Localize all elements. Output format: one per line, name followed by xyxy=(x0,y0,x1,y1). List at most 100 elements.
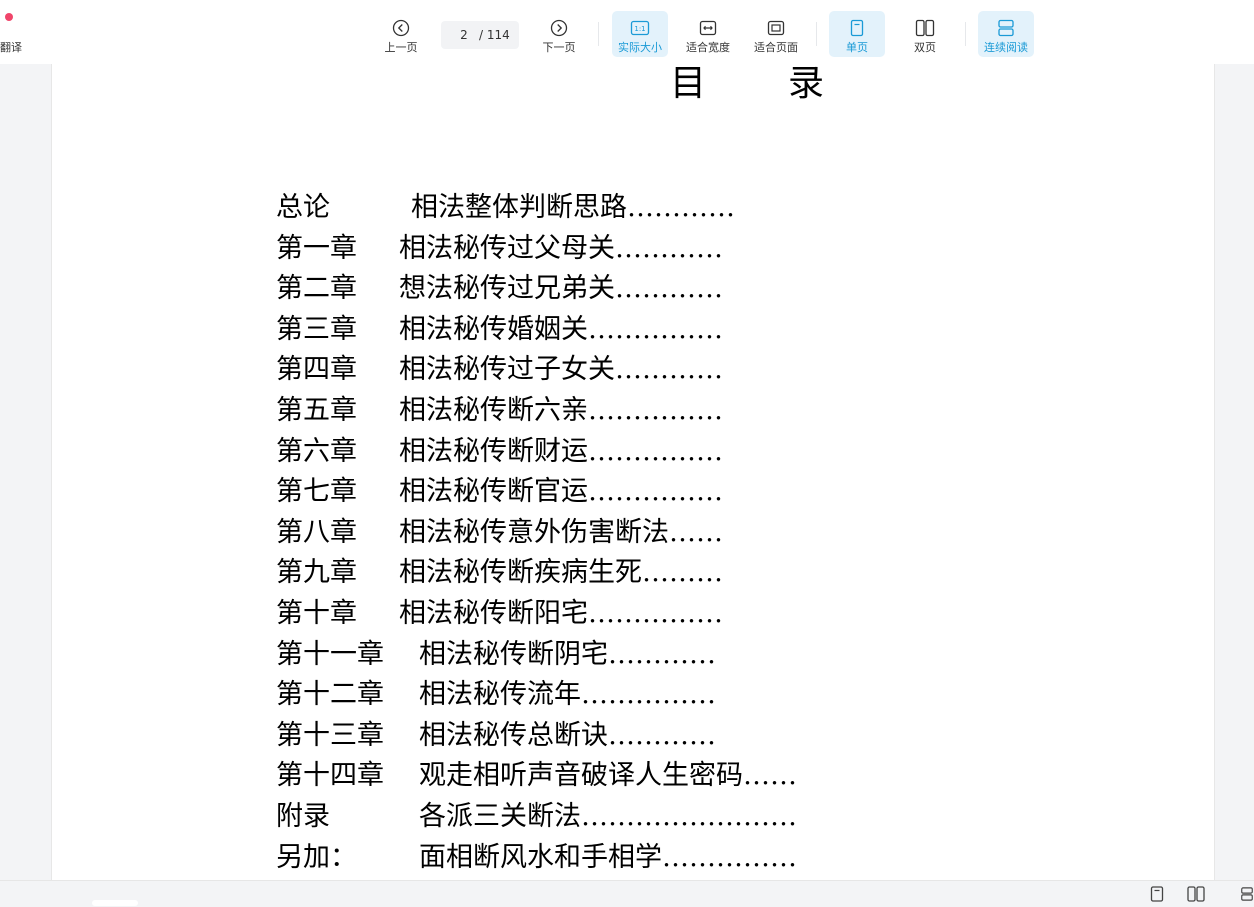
toc-leader-dots: …………… xyxy=(588,476,723,508)
fit-page-icon xyxy=(766,18,786,38)
toc-chapter-number: 第七章 xyxy=(276,476,357,508)
toc-leader-dots: …………… xyxy=(662,841,797,873)
toc-entry[interactable]: 第六章 相法秘传断财运…………… xyxy=(276,432,797,473)
toc-chapter-title: 相法秘传断阳宅 xyxy=(399,597,588,629)
next-page-button[interactable]: 下一页 xyxy=(534,11,584,57)
single-page-view-icon[interactable] xyxy=(1148,885,1166,903)
notification-dot xyxy=(5,13,13,21)
double-page-label: 双页 xyxy=(914,41,936,54)
toc-chapter-title: 相法整体判断思路 xyxy=(411,192,627,223)
toc-entry[interactable]: 第十三章 相法秘传总断诀………… xyxy=(276,716,797,757)
toc-entry[interactable]: 第十一章 相法秘传断阴宅………… xyxy=(276,635,797,676)
translate-button-label[interactable]: 翻译 xyxy=(0,39,22,55)
toc-chapter-title: 相法秘传意外伤害断法 xyxy=(399,516,669,548)
actual-size-button[interactable]: 1:1 实际大小 xyxy=(612,11,668,57)
toc-leader-dots: …………… xyxy=(588,597,723,629)
chevron-left-circle-icon xyxy=(391,18,411,38)
toc-entry[interactable]: 第八章 相法秘传意外伤害断法…… xyxy=(276,513,797,554)
toc-chapter-number: 总论 xyxy=(276,192,330,223)
status-bar xyxy=(0,880,1254,907)
toc-chapter-title: 相法秘传过父母关 xyxy=(399,232,615,264)
toc-chapter-number: 第六章 xyxy=(276,435,357,467)
fit-width-button[interactable]: 适合宽度 xyxy=(680,11,736,57)
single-page-button[interactable]: 单页 xyxy=(829,11,885,57)
toc-chapter-number: 第八章 xyxy=(276,516,357,548)
toc-leader-dots: …………… xyxy=(581,679,716,711)
toc-entry[interactable]: 第三章 相法秘传婚姻关…………… xyxy=(276,310,797,351)
toc-entry[interactable]: 第四章 相法秘传过子女关………… xyxy=(276,350,797,391)
page-number-input[interactable] xyxy=(449,28,479,42)
toc-leader-dots: ………… xyxy=(608,638,716,670)
toc-chapter-number: 第四章 xyxy=(276,354,357,386)
double-page-button[interactable]: 双页 xyxy=(897,11,953,57)
toc-entry[interactable]: 第二章 想法秘传过兄弟关………… xyxy=(276,269,797,310)
toolbar: 翻译 上一页 / 114 下一页 1:1 实际大小 适合宽度 适合页面 xyxy=(0,0,1254,64)
toc-leader-dots: ………… xyxy=(608,719,716,751)
fit-page-label: 适合页面 xyxy=(754,41,798,54)
prev-page-button[interactable]: 上一页 xyxy=(376,11,426,57)
actual-size-label: 实际大小 xyxy=(618,41,662,54)
toc-chapter-number: 第五章 xyxy=(276,394,357,426)
actual-size-glyph: 1:1 xyxy=(634,25,645,33)
toc-entry[interactable]: 另加： 面相断风水和手相学…………… xyxy=(276,838,797,879)
toc-chapter-number: 第十章 xyxy=(276,597,357,629)
toc-leader-dots: ………… xyxy=(627,192,735,223)
toc-entry[interactable]: 第一章 相法秘传过父母关………… xyxy=(276,229,797,270)
toc-chapter-title: 想法秘传过兄弟关 xyxy=(399,273,615,305)
toolbar-divider xyxy=(598,22,599,46)
toc-chapter-number: 第一章 xyxy=(276,232,357,264)
chevron-right-circle-icon xyxy=(549,18,569,38)
toc-entry[interactable]: 第十四章 观走相听声音破译人生密码…… xyxy=(276,756,797,797)
toolbar-divider xyxy=(965,22,966,46)
toc-chapter-title: 相法秘传断六亲 xyxy=(399,394,588,426)
toc-chapter-number: 另加： xyxy=(276,841,357,873)
toc-leader-dots: …………… xyxy=(588,394,723,426)
toc-chapter-title: 相法秘传断疾病生死 xyxy=(399,557,642,589)
continuous-view-icon[interactable] xyxy=(1240,885,1254,903)
toc-chapter-number: 第十一章 xyxy=(276,638,384,670)
toc-chapter-title: 相法秘传总断诀 xyxy=(419,719,608,751)
toc-leader-dots: ………… xyxy=(615,354,723,386)
toc-chapter-number: 第九章 xyxy=(276,557,357,589)
toc-chapter-title: 相法秘传过子女关 xyxy=(399,354,615,386)
fit-width-label: 适合宽度 xyxy=(686,41,730,54)
continuous-reading-icon xyxy=(996,18,1016,38)
toc-entry[interactable]: 第五章 相法秘传断六亲…………… xyxy=(276,391,797,432)
continuous-reading-label: 连续阅读 xyxy=(984,41,1028,54)
page-title: 目录 xyxy=(670,64,907,104)
toc-leader-dots: …………… xyxy=(588,313,723,345)
double-page-view-icon[interactable] xyxy=(1187,885,1205,903)
document-page: 目录 总论 相法整体判断思路………… 第一章 相法秘传过父母关………… 第二章 想法秘传过… xyxy=(51,64,1215,880)
single-page-icon xyxy=(847,18,867,38)
fit-page-button[interactable]: 适合页面 xyxy=(748,11,804,57)
toc-chapter-number: 第十二章 xyxy=(276,679,384,711)
toc-chapter-number: 附录 xyxy=(276,800,330,832)
toc-chapter-number: 第十四章 xyxy=(276,760,384,792)
toc-leader-dots: ……… xyxy=(642,557,723,589)
toc-leader-dots: …………… xyxy=(588,435,723,467)
toolbar-divider xyxy=(816,22,817,46)
toc-chapter-title: 相法秘传婚姻关 xyxy=(399,313,588,345)
toc-entry[interactable]: 附录 各派三关断法…………………… xyxy=(276,797,797,838)
toc-chapter-title: 观走相听声音破译人生密码 xyxy=(419,760,743,792)
toc-chapter-title: 相法秘传断阴宅 xyxy=(419,638,608,670)
toc-entry[interactable]: 第十二章 相法秘传流年…………… xyxy=(276,675,797,716)
toc-chapter-title: 相法秘传断财运 xyxy=(399,435,588,467)
page-indicator: / 114 xyxy=(441,21,519,49)
toc-entry[interactable]: 第七章 相法秘传断官运…………… xyxy=(276,472,797,513)
actual-size-icon: 1:1 xyxy=(630,18,650,38)
toc-leader-dots: …… xyxy=(669,516,723,548)
toc-leader-dots: …… xyxy=(743,760,797,792)
continuous-reading-button[interactable]: 连续阅读 xyxy=(978,11,1034,57)
toc-entry[interactable]: 总论 相法整体判断思路………… xyxy=(276,188,797,229)
toc-entry[interactable]: 第十章 相法秘传断阳宅…………… xyxy=(276,594,797,635)
toc-chapter-title: 相法秘传断官运 xyxy=(399,476,588,508)
double-page-icon xyxy=(915,18,935,38)
toc-leader-dots: ………… xyxy=(615,232,723,264)
fit-width-icon xyxy=(698,18,718,38)
toc-chapter-number: 第二章 xyxy=(276,273,357,305)
toc-leader-dots: …………………… xyxy=(581,800,797,832)
single-page-label: 单页 xyxy=(846,41,868,54)
horizontal-scrollbar-thumb[interactable] xyxy=(92,900,138,906)
toc-entry[interactable]: 第九章 相法秘传断疾病生死……… xyxy=(276,553,797,594)
